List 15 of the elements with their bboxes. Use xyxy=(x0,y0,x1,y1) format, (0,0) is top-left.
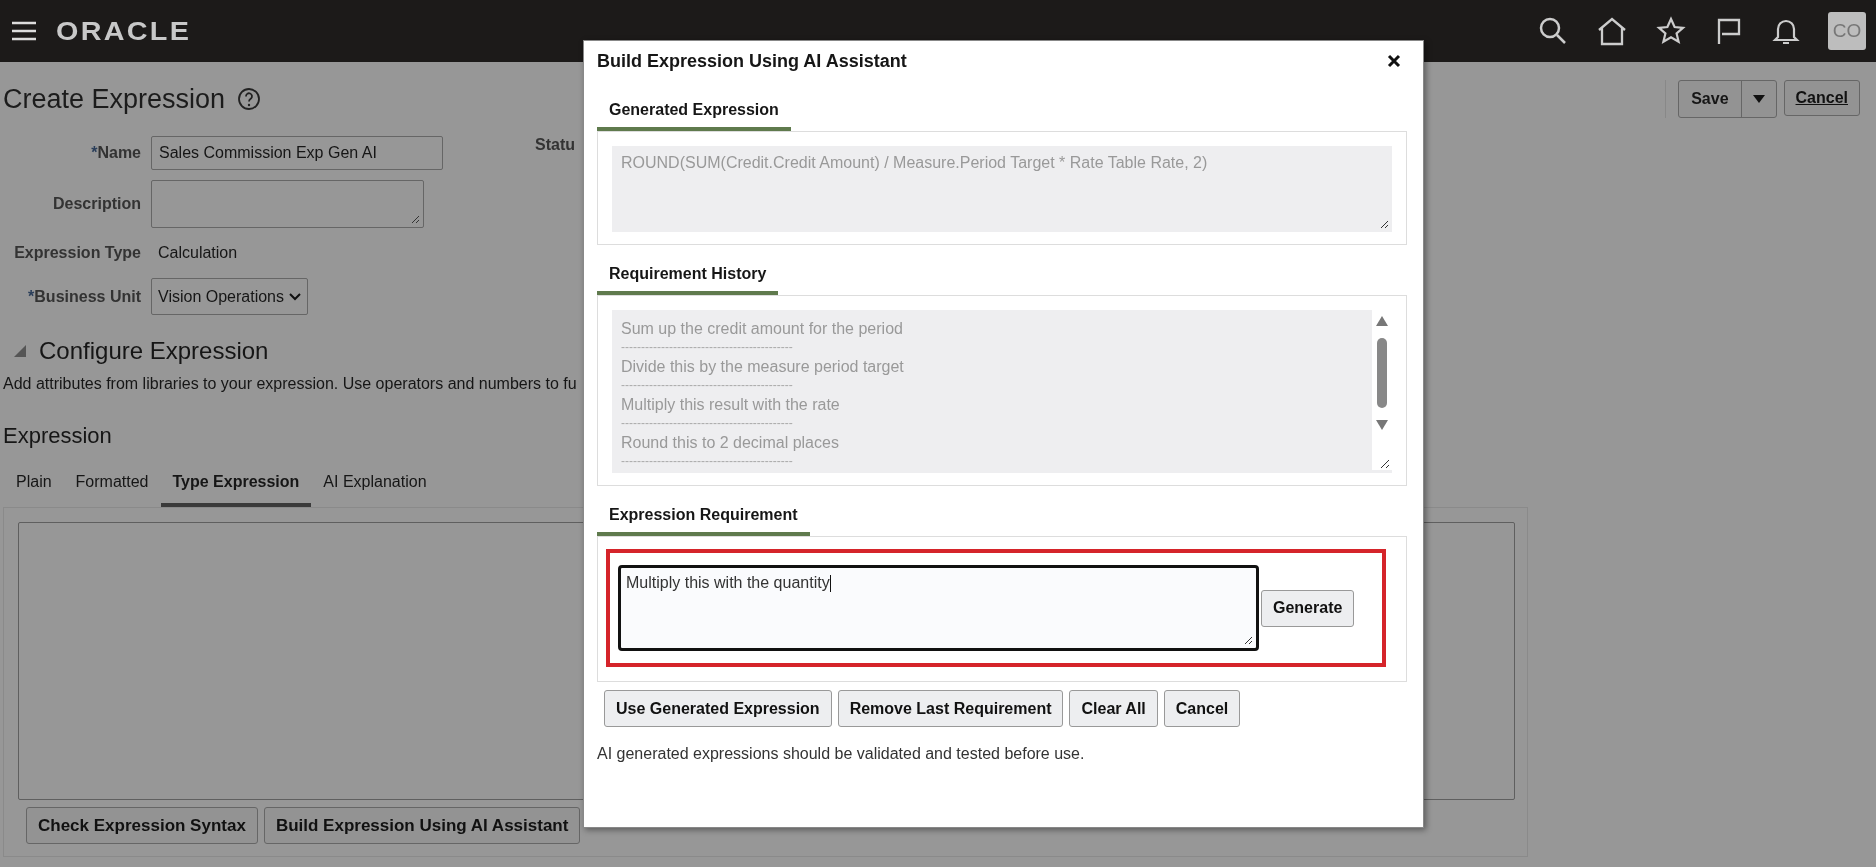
page-title: Create Expression xyxy=(3,83,226,115)
section-header: Expression Requirement xyxy=(597,498,810,536)
field-label: Description xyxy=(52,195,141,213)
field-value: Calculation xyxy=(157,243,239,263)
section-title: Expression xyxy=(3,423,112,449)
field-label: *Name xyxy=(90,144,141,162)
section-header: Requirement History xyxy=(597,257,779,295)
section-title: Configure Expression xyxy=(39,337,269,365)
note-text: AI generated expressions should be validated and tested before use. xyxy=(597,745,1086,763)
section-header: Generated Expression xyxy=(597,93,791,131)
field-label: Statu xyxy=(535,136,575,155)
field-label: *Business Unit xyxy=(27,287,141,306)
field-label: Expression Type xyxy=(13,244,141,262)
dialog-title: Build Expression Using AI Assistant xyxy=(597,50,907,72)
help-text: Add attributes from libraries to your expression. Use operators and numbers to fu xyxy=(3,375,577,393)
